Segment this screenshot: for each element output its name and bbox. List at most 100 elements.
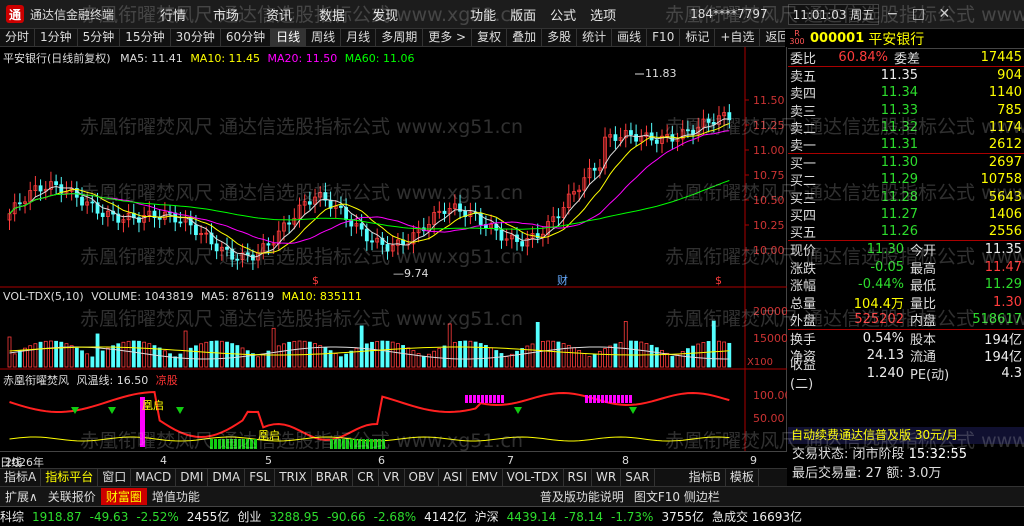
ask-level[interactable]: 卖二 11.32 1174 [788,119,1024,137]
indicator-tab-0[interactable]: 指标A [0,469,42,486]
level-volume: 2697 [988,155,1022,171]
indicator-tab-17[interactable]: SAR [621,469,655,486]
volume-bar [473,341,478,368]
volume-bar [675,354,680,368]
indicator-tab-15[interactable]: RSI [564,469,593,486]
level-price: 11.34 [880,85,918,101]
toolbar-item-19[interactable]: 返回 [760,29,785,46]
date-tick: 日线 [0,456,22,468]
ext-tab-0[interactable]: 扩展∧ [0,488,43,505]
magenta-signal-bar [593,395,596,403]
ext-tab-3[interactable]: 增值功能 [147,488,205,505]
indicator-tab-9[interactable]: CR [353,469,379,486]
indicator-tab-12[interactable]: ASI [439,469,468,486]
volume-bar [484,345,488,368]
toolbar-item-1[interactable]: 1分钟 [35,29,78,46]
menu-data[interactable]: 数据 [319,5,345,24]
indicator-tab-2[interactable]: 窗口 [98,469,132,486]
volume-bar [105,347,110,368]
signal-label: 凰启 [258,429,280,442]
bid-level[interactable]: 买四 11.27 1406 [788,206,1024,224]
ask-level[interactable]: 卖三 11.33 785 [788,102,1024,120]
toolbar-item-12[interactable]: 叠加 [507,29,543,46]
toolbar-item-8[interactable]: 月线 [341,29,377,46]
toolbar-item-7[interactable]: 周线 [306,29,342,46]
indicator-tab-16[interactable]: WR [592,469,622,486]
toolbar-item-13[interactable]: 多股 [542,29,578,46]
bid-level[interactable]: 买二 11.29 10758 [788,171,1024,189]
toolbar-item-0[interactable]: 分时 [0,29,36,46]
indicator-tab-18[interactable]: 指标B [685,469,726,486]
menu-function[interactable]: 功能 [470,5,496,24]
indicator-tab-1[interactable]: 指标平台 [41,469,99,486]
toolbar-item-3[interactable]: 15分钟 [120,29,171,46]
maximize-icon[interactable]: □ [905,6,931,22]
volume-bar [623,321,628,368]
toolbar-item-15[interactable]: 画线 [612,29,648,46]
menu-layout[interactable]: 版面 [510,5,536,24]
green-signal-bar [378,439,381,449]
toolbar-item-18[interactable]: +自选 [715,29,761,46]
candle-body [364,228,369,242]
ask-level[interactable]: 卖一 11.31 2612 [788,136,1024,154]
indicator-tab-3[interactable]: MACD [131,469,177,486]
stock-code[interactable]: 000001 [810,31,864,46]
volume-bar [131,340,136,368]
chart-canvas[interactable]: 11.50 11.25 11.00 10.75 10.50 10.25 10.00 11.83… [0,47,787,451]
candle-body [225,246,229,250]
toolbar-item-17[interactable]: 标记 [680,29,716,46]
menu-market[interactable]: 市场 [213,5,239,24]
indicator-tab-14[interactable]: VOL-TDX [503,469,564,486]
indicator-tab-7[interactable]: TRIX [275,469,312,486]
toolbar-item-14[interactable]: 统计 [577,29,613,46]
menu-news[interactable]: 资讯 [266,5,292,24]
indicator-tab-13[interactable]: EMV [467,469,503,486]
indicator-tab-6[interactable]: FSL [245,469,276,486]
volume-bar [427,353,431,368]
low-price-label: —9.74 [393,267,429,280]
indicator-tab-8[interactable]: BRAR [312,469,354,486]
green-signal-bar [346,439,349,449]
menu-discover[interactable]: 发现 [372,5,398,24]
close-icon[interactable]: ✕ [931,6,957,22]
toolbar-item-16[interactable]: F10 [647,29,681,46]
menu-options[interactable]: 选项 [590,5,616,24]
ask-level[interactable]: 卖五 11.35 904 [788,67,1024,85]
minimize-icon[interactable]: − [879,6,905,22]
indicator-tab-4[interactable]: DMI [176,469,209,486]
indicator-tab-19[interactable]: 模板 [726,469,759,486]
candle-body [38,185,43,192]
toolbar-item-10[interactable]: 更多 > [423,29,473,46]
toolbar-item-11[interactable]: 复权 [472,29,508,46]
ext-tab-guide[interactable]: 普及版功能说明 [535,488,629,505]
level-label: 买一 [790,157,817,173]
ext-tab-1[interactable]: 关联报价 [43,488,101,505]
ask-level[interactable]: 卖四 11.34 1140 [788,84,1024,102]
volume-bar [339,356,343,368]
toolbar-item-5[interactable]: 60分钟 [221,29,272,46]
toolbar-item-9[interactable]: 多周期 [376,29,424,46]
subscription-banner[interactable]: 自动续费通达信普及版 30元/月 [788,427,1024,444]
indicator-tab-11[interactable]: OBV [405,469,440,486]
stock-name[interactable]: 平安银行 [868,29,924,49]
bid-level[interactable]: 买一 11.30 2697 [788,154,1024,173]
magenta-signal-bar [481,395,484,403]
toolbar-item-6[interactable]: 日线 [271,29,307,46]
volume-bar [395,343,400,368]
volume-bar [468,340,473,368]
indicator-tab-5[interactable]: DMA [208,469,246,486]
ext-tab-f10[interactable]: 图文F10 侧边栏 [629,488,725,505]
user-account[interactable]: 184****7797 [690,7,767,21]
volume-bar [12,353,17,368]
toolbar-item-4[interactable]: 30分钟 [171,29,221,46]
volume-bar [100,350,105,368]
indicator-tab-10[interactable]: VR [379,469,405,486]
menu-hq[interactable]: 行情 [160,5,186,24]
bid-level[interactable]: 买三 11.28 5643 [788,189,1024,207]
kline-chart[interactable]: 11.50 11.25 11.00 10.75 10.50 10.25 10.00 11.83… [0,47,787,451]
ext-tab-2[interactable]: 财富圈 [100,488,147,505]
bid-level[interactable]: 买五 11.26 2556 [788,223,1024,241]
toolbar-item-2[interactable]: 5分钟 [78,29,121,46]
volume-bar [354,347,359,368]
menu-formula[interactable]: 公式 [550,5,576,24]
